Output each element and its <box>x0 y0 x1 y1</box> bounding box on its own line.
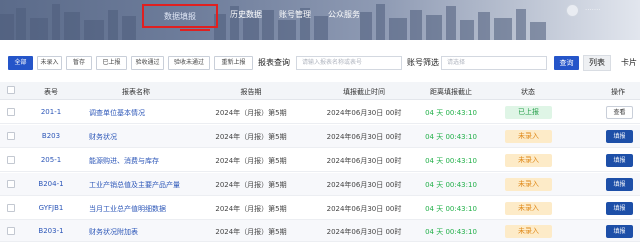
table-row: B203 财务状况 2024年（月报）第5期 2024年06月30日 00时 0… <box>0 125 640 148</box>
status-badge: 未录入 <box>505 154 552 167</box>
row-checkbox[interactable] <box>7 132 15 140</box>
countdown: 04 天 00:43:10 <box>425 109 477 117</box>
report-deadline: 2024年06月30日 00时 <box>326 181 402 189</box>
report-period: 2024年（月报）第5期 <box>215 181 287 189</box>
filter-all-button[interactable]: 全部 <box>8 56 33 70</box>
report-period: 2024年（月报）第5期 <box>215 157 287 165</box>
report-period: 2024年（月报）第5期 <box>215 133 287 141</box>
report-code[interactable]: B204-1 <box>38 180 63 188</box>
view-card-button[interactable]: 卡片 <box>615 55 640 71</box>
report-name-link[interactable]: 当月工业总产值明细数据 <box>89 204 166 214</box>
user-avatar[interactable] <box>566 4 579 17</box>
table-row: GYFJB1 当月工业总产值明细数据 2024年（月报）第5期 2024年06月… <box>0 197 640 220</box>
report-query-label: 报表查询 <box>258 58 290 67</box>
header-deadline: 填报截止时间 <box>343 88 385 96</box>
account-select[interactable]: 请选择 <box>441 56 547 70</box>
header-period: 报告期 <box>240 88 262 96</box>
view-list-button[interactable]: 列表 <box>583 55 611 71</box>
fill-button[interactable]: 填报 <box>606 202 633 215</box>
report-deadline: 2024年06月30日 00时 <box>326 133 402 141</box>
row-checkbox[interactable] <box>7 204 15 212</box>
report-name-link[interactable]: 工业产销总值及主要产品产量 <box>89 180 180 190</box>
filter-resubmit-button[interactable]: 重新上报 <box>214 56 253 70</box>
report-code[interactable]: 205-1 <box>41 156 61 164</box>
select-all-checkbox[interactable] <box>7 86 15 94</box>
report-name-link[interactable]: 调查单位基本情况 <box>89 108 145 118</box>
report-name-link[interactable]: 能源购进、消费与库存 <box>89 156 159 166</box>
row-checkbox[interactable] <box>7 180 15 188</box>
status-badge: 未录入 <box>505 130 552 143</box>
countdown: 04 天 00:43:10 <box>425 181 477 189</box>
fill-button[interactable]: 填报 <box>606 154 633 167</box>
report-code[interactable]: B203-1 <box>38 227 63 235</box>
row-checkbox[interactable] <box>7 108 15 116</box>
report-deadline: 2024年06月30日 00时 <box>326 109 402 117</box>
row-checkbox[interactable] <box>7 156 15 164</box>
table-row: 201-1 调查单位基本情况 2024年（月报）第5期 2024年06月30日 … <box>0 101 640 124</box>
report-code[interactable]: 201-1 <box>41 108 61 116</box>
header-action: 操作 <box>611 88 625 96</box>
nav-item-data-fill[interactable]: 数据填报 <box>142 4 218 28</box>
status-badge: 未录入 <box>505 202 552 215</box>
status-badge: 已上报 <box>505 106 552 119</box>
status-badge: 未录入 <box>505 225 552 238</box>
report-period: 2024年（月报）第5期 <box>215 109 287 117</box>
report-code[interactable]: GYFJB1 <box>39 204 64 212</box>
fill-button[interactable]: 填报 <box>606 130 633 143</box>
table-row: B204-1 工业产销总值及主要产品产量 2024年（月报）第5期 2024年0… <box>0 173 640 196</box>
header-remaining: 距离填报截止 <box>430 88 472 96</box>
fill-button[interactable]: 填报 <box>606 225 633 238</box>
account-filter-label: 账号筛选 <box>407 58 439 67</box>
filter-not-entered-button[interactable]: 未录入 <box>37 56 62 70</box>
filter-draft-button[interactable]: 暂存 <box>66 56 92 70</box>
countdown: 04 天 00:43:10 <box>425 205 477 213</box>
view-button[interactable]: 查看 <box>606 106 633 119</box>
countdown: 04 天 00:43:10 <box>425 133 477 141</box>
nav-item-history[interactable]: 历史数据 <box>222 4 270 28</box>
nav-item-public-service[interactable]: 公众服务 <box>320 4 368 28</box>
report-name-link[interactable]: 财务状况附加表 <box>89 227 138 237</box>
report-deadline: 2024年06月30日 00时 <box>326 205 402 213</box>
header-name: 报表名称 <box>122 88 150 96</box>
report-search-input[interactable]: 请输入报表名称或表号 <box>296 56 402 70</box>
nav-item-account[interactable]: 账号管理 <box>271 4 319 28</box>
countdown: 04 天 00:43:10 <box>425 228 477 236</box>
fill-button[interactable]: 填报 <box>606 178 633 191</box>
header-status: 状态 <box>521 88 535 96</box>
report-deadline: 2024年06月30日 00时 <box>326 228 402 236</box>
report-period: 2024年（月报）第5期 <box>215 205 287 213</box>
filter-toolbar: 全部 未录入 暂存 已上报 验收通过 验收未通过 重新上报 报表查询 请输入报表… <box>0 54 640 72</box>
report-deadline: 2024年06月30日 00时 <box>326 157 402 165</box>
countdown: 04 天 00:43:10 <box>425 157 477 165</box>
table-header: 表号 报表名称 报告期 填报截止时间 距离填报截止 状态 操作 <box>0 82 640 100</box>
table-row: B203-1 财务状况附加表 2024年（月报）第5期 2024年06月30日 … <box>0 220 640 242</box>
top-header: 数据填报 历史数据 账号管理 公众服务 ······· <box>0 0 640 40</box>
filter-submitted-button[interactable]: 已上报 <box>96 56 127 70</box>
page: 数据填报 历史数据 账号管理 公众服务 ······· 全部 未录入 暂存 已上… <box>0 0 640 242</box>
report-name-link[interactable]: 财务状况 <box>89 132 117 142</box>
user-name[interactable]: ······· <box>585 6 601 14</box>
query-button[interactable]: 查询 <box>554 56 579 70</box>
row-checkbox[interactable] <box>7 227 15 235</box>
filter-accepted-button[interactable]: 验收通过 <box>131 56 164 70</box>
table-row: 205-1 能源购进、消费与库存 2024年（月报）第5期 2024年06月30… <box>0 149 640 172</box>
status-badge: 未录入 <box>505 178 552 191</box>
report-code[interactable]: B203 <box>42 132 60 140</box>
filter-rejected-button[interactable]: 验收未通过 <box>168 56 210 70</box>
header-code: 表号 <box>44 88 58 96</box>
nav-active-indicator <box>180 29 210 31</box>
report-period: 2024年（月报）第5期 <box>215 228 287 236</box>
